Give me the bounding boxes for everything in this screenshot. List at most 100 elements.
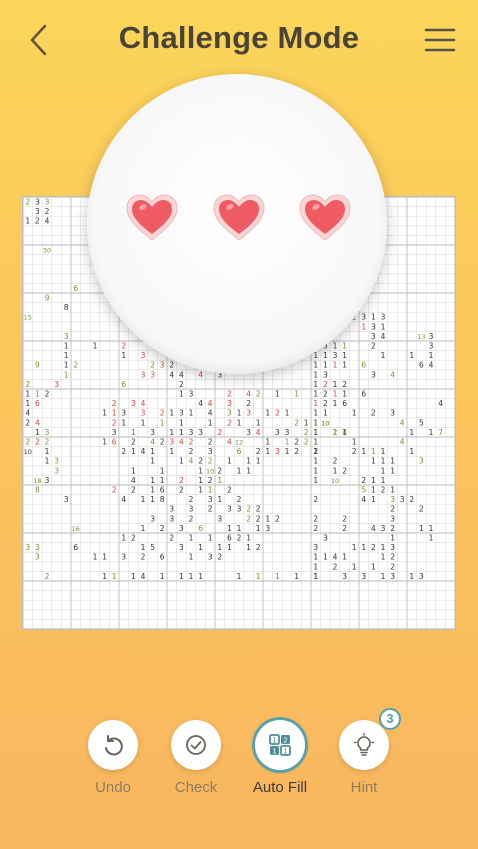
clue-number[interactable]: 3 <box>189 389 194 398</box>
clue-number[interactable]: 3 <box>45 197 50 206</box>
clue-number[interactable]: 4 <box>246 389 251 398</box>
clue-number[interactable]: 1 <box>313 418 318 427</box>
clue-number[interactable]: 1 <box>342 361 347 370</box>
clue-number[interactable]: 1 <box>189 553 194 562</box>
clue-number[interactable]: 2 <box>304 437 309 446</box>
clue-number[interactable]: 1 <box>217 476 222 485</box>
clue-number[interactable]: 1 <box>102 437 107 446</box>
clue-number[interactable]: 4 <box>381 332 386 341</box>
clue-number[interactable]: 1 <box>381 476 386 485</box>
clue-number[interactable]: 3 <box>169 437 174 446</box>
clue-number[interactable]: 3 <box>208 553 213 562</box>
clue-number[interactable]: 1 <box>342 351 347 360</box>
clue-number[interactable]: 4 <box>198 370 203 379</box>
clue-number[interactable]: 1 <box>160 466 165 475</box>
clue-number[interactable]: 1 <box>371 495 376 504</box>
clue-number[interactable]: 1 <box>342 553 347 562</box>
clue-number[interactable]: 4 <box>227 437 232 446</box>
clue-number[interactable]: 2 <box>121 341 126 350</box>
clue-number[interactable]: 2 <box>342 466 347 475</box>
clue-number[interactable]: 1 <box>285 409 290 418</box>
clue-number[interactable]: 3 <box>54 466 59 475</box>
clue-number[interactable]: 1 <box>150 485 155 494</box>
clue-number[interactable]: 1 <box>208 533 213 542</box>
clue-number[interactable]: 2 <box>390 524 395 533</box>
clue-number[interactable]: 2 <box>390 562 395 571</box>
clue-number[interactable]: 3 <box>208 495 213 504</box>
clue-number[interactable]: 1 <box>93 553 98 562</box>
clue-number[interactable]: 1 <box>409 351 414 360</box>
clue-number[interactable]: 1 <box>381 447 386 456</box>
clue-number[interactable]: 1 <box>381 351 386 360</box>
clue-number[interactable]: 3 <box>160 361 165 370</box>
clue-number[interactable]: 2 <box>179 485 184 494</box>
clue-number[interactable]: 2 <box>323 380 328 389</box>
clue-number[interactable]: 1 <box>361 447 366 456</box>
clue-number[interactable]: 1 <box>217 495 222 504</box>
clue-number[interactable]: 1 <box>208 485 213 494</box>
clue-number[interactable]: 1 <box>390 485 395 494</box>
clue-number[interactable]: 4 <box>141 447 146 456</box>
clue-number[interactable]: 1 <box>141 495 146 504</box>
clue-number[interactable]: 1 <box>189 572 194 581</box>
clue-number[interactable]: 9 <box>45 293 50 302</box>
clue-number[interactable]: 2 <box>237 533 242 542</box>
clue-number[interactable]: 3 <box>141 409 146 418</box>
clue-number[interactable]: 2 <box>35 217 40 226</box>
clue-number[interactable]: 3 <box>390 572 395 581</box>
clue-number[interactable]: 2 <box>131 533 136 542</box>
clue-number[interactable]: 3 <box>313 543 318 552</box>
clue-number[interactable]: 1 <box>160 572 165 581</box>
clue-number[interactable]: 1 <box>323 553 328 562</box>
clue-number[interactable]: 4 <box>371 524 376 533</box>
clue-number[interactable]: 2 <box>160 437 165 446</box>
clue-number[interactable]: 2 <box>323 389 328 398</box>
clue-number[interactable]: 2 <box>208 457 213 466</box>
clue-number[interactable]: 3 <box>323 370 328 379</box>
clue-number[interactable]: 4 <box>390 370 395 379</box>
clue-number[interactable]: 2 <box>217 466 222 475</box>
clue-number[interactable]: 1 <box>352 543 357 552</box>
clue-number[interactable]: 2 <box>313 514 318 523</box>
clue-number[interactable]: 6 <box>227 533 232 542</box>
clue-number[interactable]: 2 <box>256 389 261 398</box>
clue-number[interactable]: 1 <box>429 524 434 533</box>
clue-number[interactable]: 1 <box>150 476 155 485</box>
clue-number[interactable]: 2 <box>189 447 194 456</box>
clue-number[interactable]: 1 <box>313 370 318 379</box>
clue-number[interactable]: 1 <box>45 447 50 456</box>
clue-number[interactable]: 1 <box>333 380 338 389</box>
clue-number[interactable]: 4 <box>208 409 213 418</box>
clue-number[interactable]: 1 <box>256 457 261 466</box>
menu-button[interactable] <box>422 22 458 58</box>
clue-number[interactable]: 1 <box>25 399 30 408</box>
clue-number[interactable]: 6 <box>160 553 165 562</box>
clue-number[interactable]: 13 <box>417 333 425 341</box>
clue-number[interactable]: 1 <box>189 533 194 542</box>
clue-number[interactable]: 1 <box>227 543 232 552</box>
clue-number[interactable]: 3 <box>361 313 366 322</box>
clue-number[interactable]: 4 <box>208 399 213 408</box>
clue-number[interactable]: 3 <box>342 572 347 581</box>
clue-number[interactable]: 1 <box>333 361 338 370</box>
clue-number[interactable]: 4 <box>438 399 443 408</box>
clue-number[interactable]: 3 <box>121 553 126 562</box>
clue-number[interactable]: 3 <box>179 543 184 552</box>
clue-number[interactable]: 6 <box>160 485 165 494</box>
clue-number[interactable]: 1 <box>390 533 395 542</box>
clue-number[interactable]: 8 <box>64 303 69 312</box>
clue-number[interactable]: 1 <box>381 466 386 475</box>
clue-number[interactable]: 10 <box>24 448 32 456</box>
clue-number[interactable]: 1 <box>179 457 184 466</box>
clue-number[interactable]: 4 <box>141 572 146 581</box>
clue-number[interactable]: 3 <box>179 409 184 418</box>
clue-number[interactable]: 3 <box>429 332 434 341</box>
clue-number[interactable]: 3 <box>25 543 30 552</box>
clue-number[interactable]: 1 <box>333 466 338 475</box>
clue-number[interactable]: 4 <box>189 457 194 466</box>
clue-number[interactable]: 10 <box>206 467 214 475</box>
clue-number[interactable]: 1 <box>390 466 395 475</box>
clue-number[interactable]: 1 <box>256 524 261 533</box>
clue-number[interactable]: 3 <box>35 197 40 206</box>
clue-number[interactable]: 1 <box>198 476 203 485</box>
